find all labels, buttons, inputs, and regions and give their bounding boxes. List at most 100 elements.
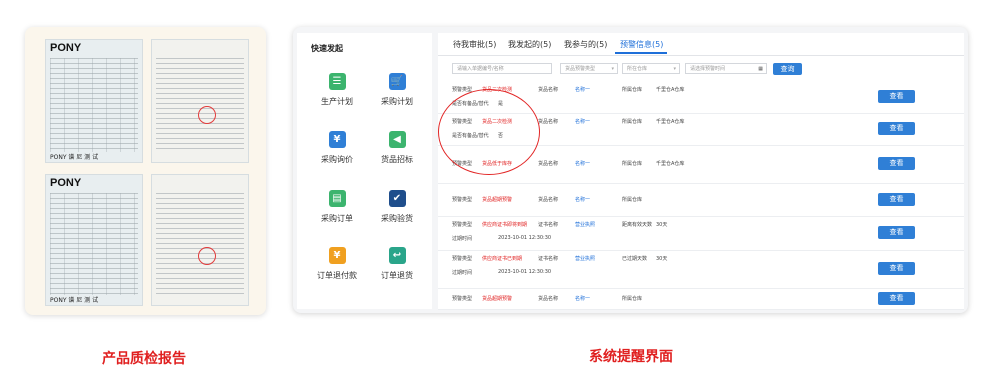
- purchase-order-icon: ▤: [328, 190, 346, 207]
- alert-type-value: 供应商证书即将到期: [482, 222, 528, 228]
- view-button[interactable]: 查看: [878, 90, 915, 103]
- field-label: 所属仓库: [622, 197, 643, 203]
- main-content: 待我审批(5) 我发起的(5) 我参与的(5) 预警信息(5) 请输入单据编号/…: [438, 33, 964, 310]
- alert-row: 预警类型 供应商证书即将到期过期时间 2023-10-01 12:30:30 证书名称…: [438, 216, 964, 251]
- alert-row: 预警类型 货品超期预警 货品名称 名称一 所属仓库 查看: [438, 288, 964, 310]
- chevron-down-icon: ▾: [673, 66, 676, 72]
- report-footer: PONY 谱 尼 测 试: [50, 297, 99, 304]
- quick-item-label: 采购订单: [321, 214, 353, 223]
- view-button[interactable]: 查看: [878, 157, 915, 170]
- item-name-label: 货品名称: [538, 161, 559, 167]
- report-logo: PONY: [50, 177, 82, 189]
- secondary-value: 2023-10-01 12:30:30: [498, 269, 552, 275]
- tab-participated[interactable]: 我参与的(5): [564, 39, 607, 50]
- report-logo: PONY: [50, 42, 82, 54]
- active-tab-indicator: [615, 52, 667, 54]
- report-stamp: [198, 106, 216, 124]
- quick-item-label: 订单退付款: [317, 271, 357, 280]
- field-label: 所属仓库: [622, 87, 643, 93]
- return-icon: ↩: [388, 247, 406, 264]
- item-name-link[interactable]: 名称一: [575, 295, 590, 302]
- search-input[interactable]: 请输入单据编号/名称: [452, 63, 552, 74]
- alert-type-value: 货品超期预警: [482, 197, 513, 203]
- alert-type-value: 供应商证书已到期: [482, 256, 523, 262]
- alert-type-label: 预警类型: [452, 256, 473, 262]
- system-alert-panel: 快速发起 ☰ 生产计划 🛒 采购计划 ¥ 采购询价 ◀ 货品招标 ▤ 采购订单 ✔ 采购验货 ¥ 订单退付…: [293, 27, 968, 313]
- item-name-label: 货品名称: [538, 296, 559, 302]
- item-name-link[interactable]: 营业执照: [575, 255, 595, 262]
- quick-item[interactable]: ▤ 采购订单: [307, 190, 367, 224]
- view-button[interactable]: 查看: [878, 226, 915, 239]
- view-button[interactable]: 查看: [878, 292, 915, 305]
- query-button[interactable]: 查询: [773, 63, 802, 75]
- view-button[interactable]: 查看: [878, 193, 915, 206]
- field-value: 30天: [656, 222, 668, 228]
- chevron-down-icon: ▾: [611, 66, 614, 72]
- quick-item-label: 采购计划: [381, 97, 413, 106]
- item-name-label: 证书名称: [538, 222, 559, 228]
- production-plan-icon: ☰: [328, 73, 346, 90]
- item-name-link[interactable]: 名称一: [575, 86, 590, 93]
- item-name-label: 货品名称: [538, 197, 559, 203]
- item-name-label: 货品名称: [538, 87, 559, 93]
- right-caption: 系统提醒界面: [589, 349, 673, 365]
- quick-item-label: 货品招标: [381, 155, 413, 164]
- alert-type-label: 预警类型: [452, 222, 473, 228]
- field-value: 30天: [656, 256, 668, 262]
- quick-item[interactable]: 🛒 采购计划: [367, 73, 427, 107]
- tab-initiated[interactable]: 我发起的(5): [508, 39, 551, 50]
- field-label: 所属仓库: [622, 119, 643, 125]
- field-label: 所属仓库: [622, 161, 643, 167]
- quick-item[interactable]: ¥ 采购询价: [307, 131, 367, 165]
- item-name-label: 货品名称: [538, 119, 559, 125]
- tab-alerts[interactable]: 预警信息(5): [620, 39, 663, 50]
- refund-icon: ¥: [328, 247, 346, 264]
- alert-type-select[interactable]: 货品预警类型 ▾: [560, 63, 618, 74]
- report-footer: PONY 谱 尼 测 试: [50, 154, 99, 161]
- quick-item[interactable]: ¥ 订单退付款: [307, 247, 367, 281]
- secondary-label: 过期时间: [452, 270, 473, 276]
- tab-pending-approval[interactable]: 待我审批(5): [453, 39, 496, 50]
- date-picker[interactable]: 请选择预警时间 ▦: [685, 63, 767, 74]
- inquiry-icon: ¥: [328, 131, 346, 148]
- secondary-label: 过期时间: [452, 236, 473, 242]
- quick-item-label: 采购询价: [321, 155, 353, 164]
- quick-item[interactable]: ↩ 订单退货: [367, 247, 427, 281]
- alert-type-value: 货品超期预警: [482, 296, 513, 302]
- alert-row: 预警类型 货品超期预警 货品名称 名称一 所属仓库 查看: [438, 183, 964, 217]
- quick-item-label: 订单退货: [381, 271, 413, 280]
- field-value: 千里仓A仓库: [656, 161, 685, 167]
- quick-launch-sidebar: 快速发起 ☰ 生产计划 🛒 采购计划 ¥ 采购询价 ◀ 货品招标 ▤ 采购订单 ✔ 采购验货 ¥ 订单退付…: [297, 33, 432, 309]
- report-page-1: PONY PONY 谱 尼 测 试: [45, 39, 143, 163]
- quick-item[interactable]: ✔ 采购验货: [367, 190, 427, 224]
- purchase-plan-icon: 🛒: [388, 73, 406, 90]
- quick-launch-title: 快速发起: [311, 44, 343, 53]
- inspection-icon: ✔: [388, 190, 406, 207]
- highlight-circle: [438, 89, 540, 175]
- report-page-3: PONY PONY 谱 尼 测 试: [45, 174, 143, 306]
- view-button[interactable]: 查看: [878, 122, 915, 135]
- alert-type-label: 预警类型: [452, 296, 473, 302]
- item-name-link[interactable]: 名称一: [575, 118, 590, 125]
- quick-item[interactable]: ◀ 货品招标: [367, 131, 427, 165]
- view-button[interactable]: 查看: [878, 262, 915, 275]
- left-caption: 产品质检报告: [102, 351, 186, 367]
- item-name-link[interactable]: 名称一: [575, 196, 590, 203]
- warehouse-select[interactable]: 所在仓库 ▾: [622, 63, 680, 74]
- field-value: 千里仓A仓库: [656, 119, 685, 125]
- alert-type-label: 预警类型: [452, 197, 473, 203]
- item-name-link[interactable]: 营业执照: [575, 221, 595, 228]
- field-label: 已过期天数: [622, 256, 648, 262]
- item-name-link[interactable]: 名称一: [575, 160, 590, 167]
- report-stamp: [198, 247, 216, 265]
- field-label: 距离有效天数: [622, 222, 653, 228]
- quick-item-label: 采购验货: [381, 214, 413, 223]
- report-page-2: [151, 39, 249, 163]
- item-name-label: 证书名称: [538, 256, 559, 262]
- report-page-4: [151, 174, 249, 306]
- secondary-value: 2023-10-01 12:30:30: [498, 235, 552, 241]
- tab-bar: 待我审批(5) 我发起的(5) 我参与的(5) 预警信息(5): [438, 33, 964, 56]
- quick-item[interactable]: ☰ 生产计划: [307, 73, 367, 107]
- alert-row: 预警类型 供应商证书已到期过期时间 2023-10-01 12:30:30 证书名称 营…: [438, 250, 964, 289]
- field-value: 千里仓A仓库: [656, 87, 685, 93]
